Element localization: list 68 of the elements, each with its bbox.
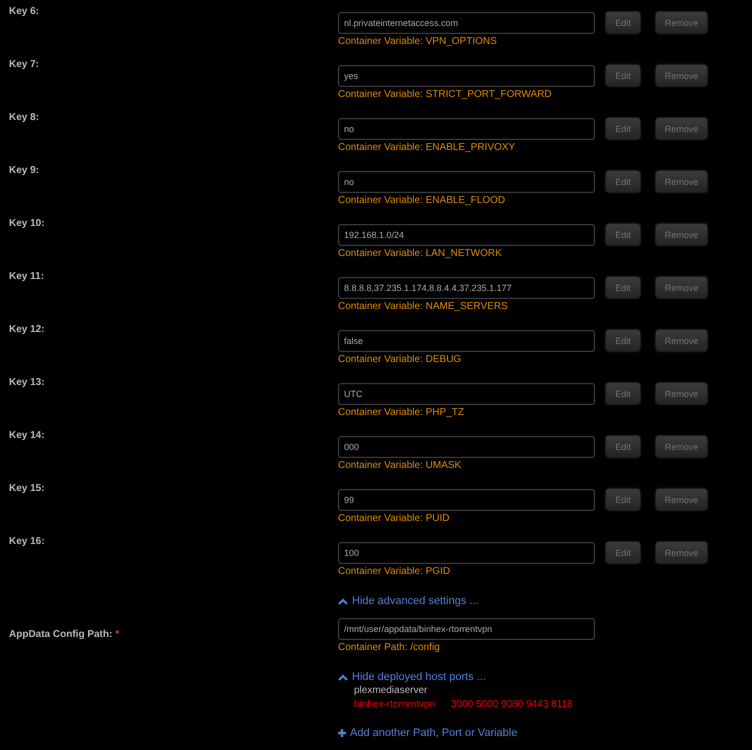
container-variable-note: Container Variable: LAN_NETWORK xyxy=(338,247,502,261)
key-label: Key 10: xyxy=(9,217,45,231)
value-field[interactable]: 192.168.1.0/24 xyxy=(338,224,595,246)
remove-button[interactable]: Remove xyxy=(655,382,708,405)
remove-button[interactable]: Remove xyxy=(655,329,708,352)
value-field[interactable]: no xyxy=(338,170,595,192)
value-field[interactable]: 000 xyxy=(338,436,595,458)
remove-button[interactable]: Remove xyxy=(655,11,708,34)
value-field[interactable]: 100 xyxy=(338,542,595,564)
container-variable-note: Container Variable: PHP_TZ xyxy=(338,406,464,420)
container-name: binhex-rtorrentvpn xyxy=(354,698,436,712)
value-field[interactable]: no xyxy=(338,118,595,140)
key-label: Key 8: xyxy=(9,111,40,125)
add-path-link[interactable]: Add another Path, Port or Variable xyxy=(338,725,518,741)
value-field[interactable]: false xyxy=(338,330,595,352)
value-field[interactable]: 8.8.8.8,37.235.1.174,8.8.4.4,37.235.1.177 xyxy=(338,276,595,298)
required-mark: * xyxy=(115,628,120,642)
edit-button[interactable]: Edit xyxy=(605,541,641,564)
container-variable-note: Container Variable: STRICT_PORT_FORWARD xyxy=(338,88,552,102)
key-label: Key 6: xyxy=(9,5,40,19)
remove-button[interactable]: Remove xyxy=(655,64,708,87)
edit-button[interactable]: Edit xyxy=(605,223,641,246)
value-field[interactable]: UTC xyxy=(338,382,595,404)
chevron-up-icon xyxy=(338,598,348,604)
hide-advanced-link[interactable]: Hide advanced settings ... xyxy=(338,593,479,609)
container-name: plexmediaserver xyxy=(354,684,428,698)
value-field[interactable]: nl.privateinternetaccess.com xyxy=(338,12,595,34)
container-variable-note: Container Variable: ENABLE_PRIVOXY xyxy=(338,141,516,155)
key-label: Key 16: xyxy=(9,535,45,549)
value-field[interactable]: yes xyxy=(338,64,595,86)
edit-button[interactable]: Edit xyxy=(605,276,641,299)
plus-icon xyxy=(338,729,346,737)
path-field[interactable]: /mnt/user/appdata/binhex-rtorrentvpn xyxy=(338,618,595,640)
container-variable-note: Container Variable: DEBUG xyxy=(338,353,462,367)
key-label: Key 11: xyxy=(9,270,44,284)
key-label: Key 12: xyxy=(9,323,45,337)
key-label: Key 13: xyxy=(9,376,45,390)
chevron-up-icon xyxy=(338,674,348,680)
remove-button[interactable]: Remove xyxy=(655,117,708,140)
remove-button[interactable]: Remove xyxy=(655,541,708,564)
remove-button[interactable]: Remove xyxy=(655,276,708,299)
container-variable-note: Container Variable: VPN_OPTIONS xyxy=(338,35,497,49)
edit-button[interactable]: Edit xyxy=(605,64,641,87)
value-field[interactable]: 99 xyxy=(338,488,595,510)
port-list: 3000 5000 9080 9443 8118 xyxy=(451,698,573,712)
edit-button[interactable]: Edit xyxy=(605,170,641,193)
remove-button[interactable]: Remove xyxy=(655,488,708,511)
edit-button[interactable]: Edit xyxy=(605,435,641,458)
container-variable-note: Container Variable: PGID xyxy=(338,565,450,579)
container-variable-note: Container Variable: PUID xyxy=(338,512,450,526)
edit-button[interactable]: Edit xyxy=(605,329,641,352)
edit-button[interactable]: Edit xyxy=(605,488,641,511)
hide-host-ports-link[interactable]: Hide deployed host ports ... xyxy=(338,669,486,685)
key-label: Key 9: xyxy=(9,164,40,178)
key-label: Key 7: xyxy=(9,58,40,72)
container-path-note: Container Path: /config xyxy=(338,641,440,655)
container-variable-note: Container Variable: NAME_SERVERS xyxy=(338,300,508,314)
key-label: Key 15: xyxy=(9,482,45,496)
container-variable-note: Container Variable: ENABLE_FLOOD xyxy=(338,194,506,208)
key-label: Key 14: xyxy=(9,429,45,443)
edit-button[interactable]: Edit xyxy=(605,11,641,34)
edit-button[interactable]: Edit xyxy=(605,382,641,405)
container-variable-note: Container Variable: UMASK xyxy=(338,459,462,473)
remove-button[interactable]: Remove xyxy=(655,170,708,193)
appdata-label: AppData Config Path: xyxy=(9,628,112,642)
edit-button[interactable]: Edit xyxy=(605,117,641,140)
remove-button[interactable]: Remove xyxy=(655,435,708,458)
remove-button[interactable]: Remove xyxy=(655,223,708,246)
